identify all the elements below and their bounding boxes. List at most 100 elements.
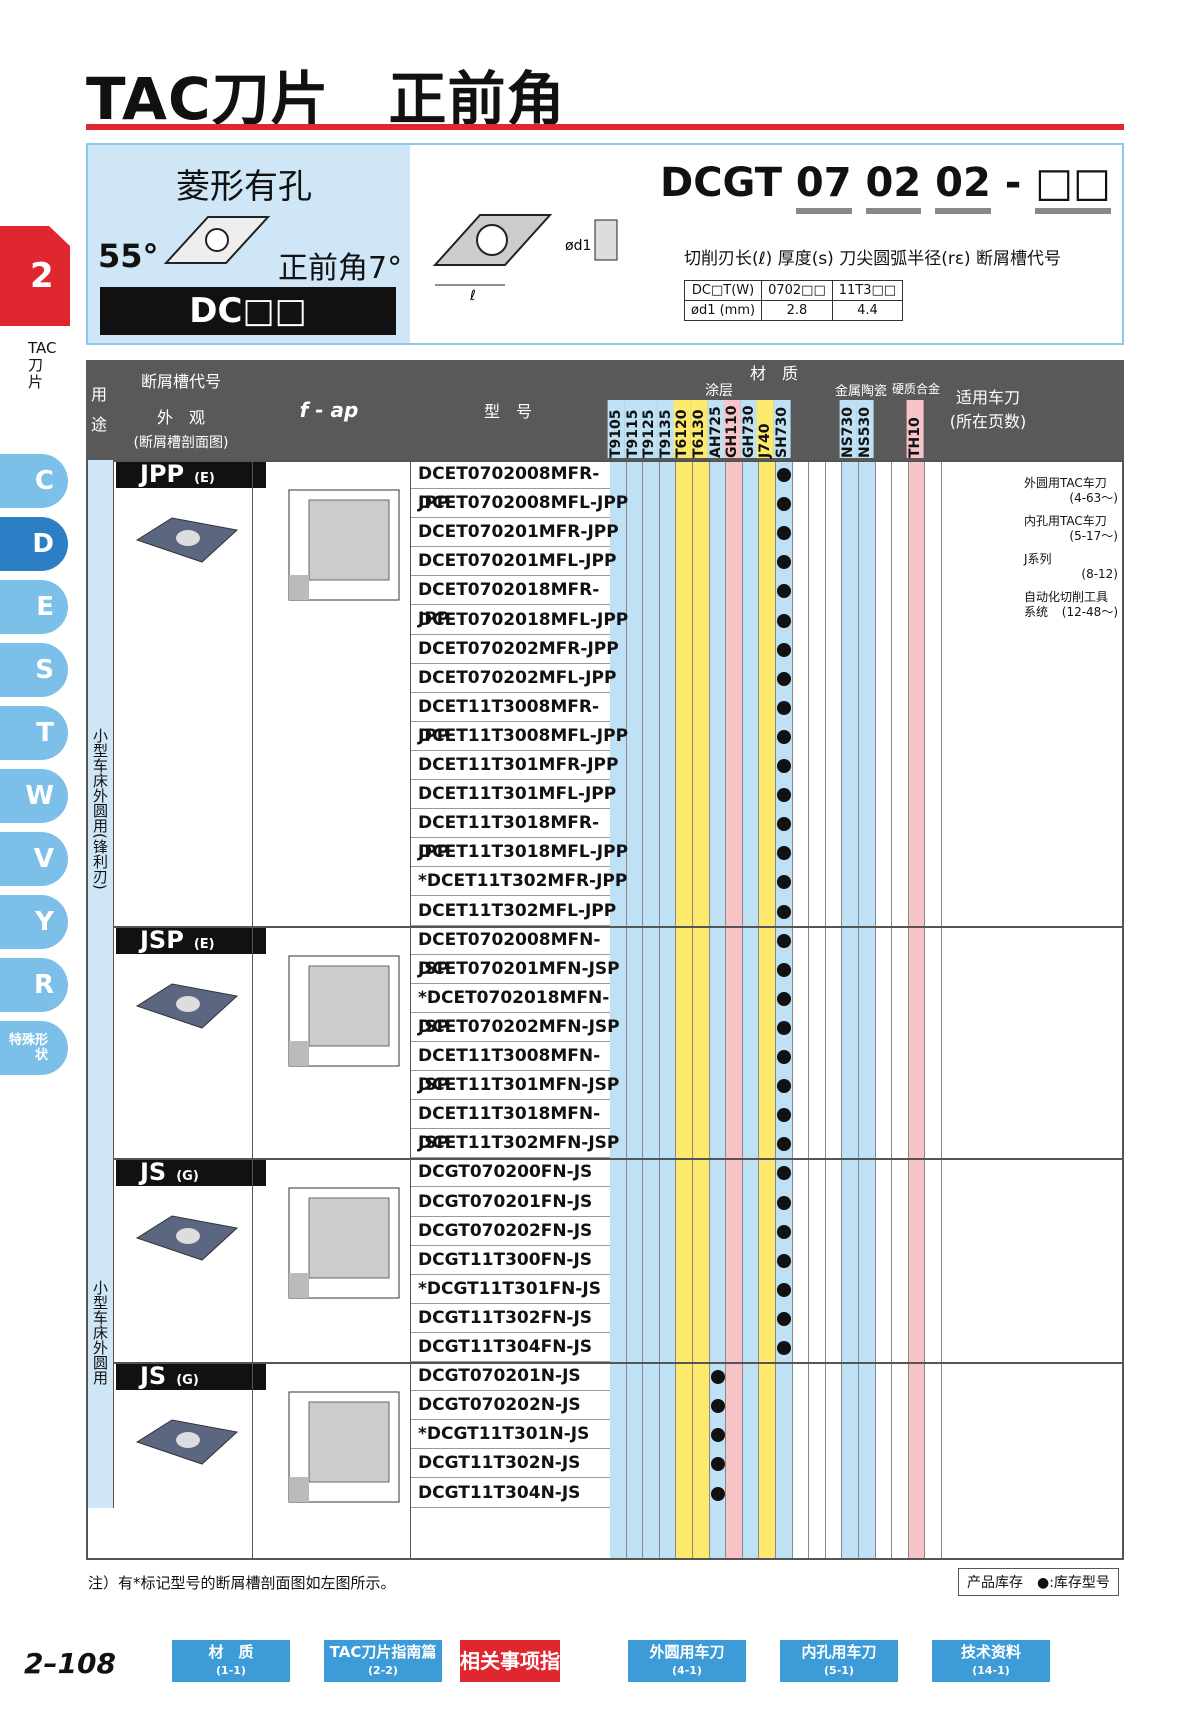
model-code: DCGT11T302N-JS [418, 1453, 581, 1474]
stock-dot [710, 1486, 725, 1501]
designation-code: DCGT 07 02 02 - □□ [660, 160, 1111, 214]
grade-label: NS530 [857, 400, 874, 458]
group-divider [114, 1362, 1124, 1365]
section-tab-1[interactable]: D [0, 517, 68, 571]
grade-column [809, 460, 826, 1558]
groove-name: JSP (E) [116, 925, 266, 954]
grade-column [892, 460, 909, 1558]
grade-column [875, 460, 893, 1558]
rake-angle: 正前角7° [278, 251, 403, 286]
code-radius: 02 [935, 160, 991, 214]
grade-column [643, 460, 660, 1558]
chapter-label: TAC刀片 [28, 339, 57, 391]
product-table: DCET0702008MFR-JPP DCET0702008MFL-JPP DCET… [86, 360, 1124, 1560]
grade-column [709, 460, 727, 1558]
section-tab-4[interactable]: T [0, 706, 68, 760]
grade-label: T9135 [657, 400, 675, 458]
nav-button-4[interactable]: 内孔用车刀 (5-1) [780, 1640, 898, 1682]
head-carbide: 硬质合金 [892, 382, 941, 396]
grade-label: GH730 [740, 400, 758, 458]
stock-dot [777, 1020, 791, 1035]
groove-tag: (G) [176, 1373, 199, 1389]
groove-name: JPP (E) [116, 460, 266, 488]
grade-label: GH110 [724, 400, 741, 458]
insert-photo-icon [135, 1419, 239, 1465]
model-code: *DCGT11T301N-JS [418, 1424, 590, 1445]
dim-cell: 0702□□ [761, 280, 833, 301]
stock-dot [777, 1079, 791, 1094]
model-code: DCET0702008MFL-JPP [418, 493, 629, 514]
code-prefix: DCGT [660, 160, 782, 206]
groove-code: JS [140, 1362, 167, 1391]
head-profile: (断屑槽剖面图) [133, 435, 229, 451]
head-fap: f - ap [299, 398, 359, 422]
nav-button-5[interactable]: 技术资料 (14-1) [932, 1640, 1050, 1682]
model-code: DCET11T302MFL-JPP [418, 900, 617, 921]
stock-legend: 产品库存 ●:库存型号 [958, 1568, 1119, 1596]
groove-tag: (E) [194, 471, 215, 486]
chapter-marker: 2 [0, 226, 70, 326]
stock-dot [777, 759, 791, 773]
section-tab-5[interactable]: W [0, 769, 68, 823]
stock-dot [777, 1253, 791, 1268]
page-number: 2–108 [24, 1647, 116, 1680]
grade-column [859, 460, 876, 1558]
use-label: 小型车床外圆用(锋利刃) [88, 460, 114, 1159]
fap-chart-icon [288, 1391, 400, 1503]
section-tab-3[interactable]: S [0, 643, 68, 697]
shape-angle: 55° [98, 237, 159, 275]
grade-column [842, 460, 859, 1558]
stock-dot [777, 729, 791, 744]
model-code: DCET070201MFL-JPP [418, 551, 617, 572]
grade-label: T9105 [608, 400, 625, 458]
model-code: DCET11T301MFL-JPP [418, 784, 617, 805]
section-tab-8[interactable]: R [0, 958, 68, 1012]
section-tab-2[interactable]: E [0, 580, 68, 634]
fap-chart-icon [288, 489, 400, 601]
code-length: 07 [795, 160, 852, 214]
section-tab-6[interactable]: V [0, 832, 68, 886]
model-code: DCET070202MFL-JPP [418, 667, 617, 688]
holder-ref: 内孔用TAC车刀 [1024, 514, 1107, 528]
head-coating: 涂层 [705, 383, 733, 399]
head-cermet: 金属陶瓷 [834, 384, 887, 399]
model-code: DCET11T3008MFL-JPP [418, 725, 629, 746]
section-tab-9[interactable]: 特殊形状 [0, 1021, 68, 1075]
grade-column [825, 460, 843, 1558]
group-divider [114, 1158, 1124, 1161]
stock-dot [710, 1428, 725, 1443]
grade-label: T9115 [624, 400, 642, 458]
code-labels: 切削刃长(ℓ) 厚度(s) 刀尖圆弧半径(rε) 断屑槽代号 [684, 249, 1062, 269]
nav-page: (1-1) [216, 1664, 246, 1677]
model-code: DCGT070202FN-JS [418, 1220, 593, 1241]
stock-dot [777, 962, 791, 977]
nav-button-1[interactable]: TAC刀片指南篇 (2-2) [324, 1640, 442, 1682]
grade-column [792, 460, 810, 1558]
model-code: DCGT070201FN-JS [418, 1191, 593, 1212]
section-tab-0[interactable]: C [0, 454, 68, 508]
grade-label: TH10 [906, 400, 924, 458]
code-groove: □□ [1035, 160, 1111, 214]
model-code: DCGT11T304FN-JS [418, 1337, 593, 1357]
stock-dot [777, 671, 791, 686]
grade-column [908, 460, 926, 1558]
dimension-table: DC□T(W) 0702□□ 11T3□□ ød1 (mm) 2.8 4.4 [683, 280, 904, 321]
groove-code: JSP [140, 925, 184, 954]
holder-ref: (5-17～) [1069, 529, 1118, 543]
grade-column [925, 460, 942, 1558]
stock-dot [777, 788, 791, 803]
model-code: DCGT11T302FN-JS [418, 1307, 593, 1328]
chapter-number: 2 [30, 256, 54, 296]
grade-column [726, 460, 743, 1558]
model-code: DCGT11T304N-JS [418, 1482, 581, 1503]
section-tab-7[interactable]: Y [0, 895, 68, 949]
model-code: DCET11T301MFR-JPP [418, 755, 619, 775]
code-thickness: 02 [865, 160, 922, 214]
nav-button-2[interactable]: 相关事项指南 [460, 1640, 560, 1707]
model-code: DCET11T301MFN-JSP [418, 1075, 620, 1096]
grade-label: AH725 [707, 400, 725, 458]
nav-button-3[interactable]: 外圆用车刀 (4-1) [628, 1640, 746, 1682]
insert-drawing-icon: ød1 ℓ [432, 214, 618, 304]
nav-button-0[interactable]: 材 质 (1-1) [172, 1640, 290, 1682]
stock-dot [777, 642, 791, 657]
